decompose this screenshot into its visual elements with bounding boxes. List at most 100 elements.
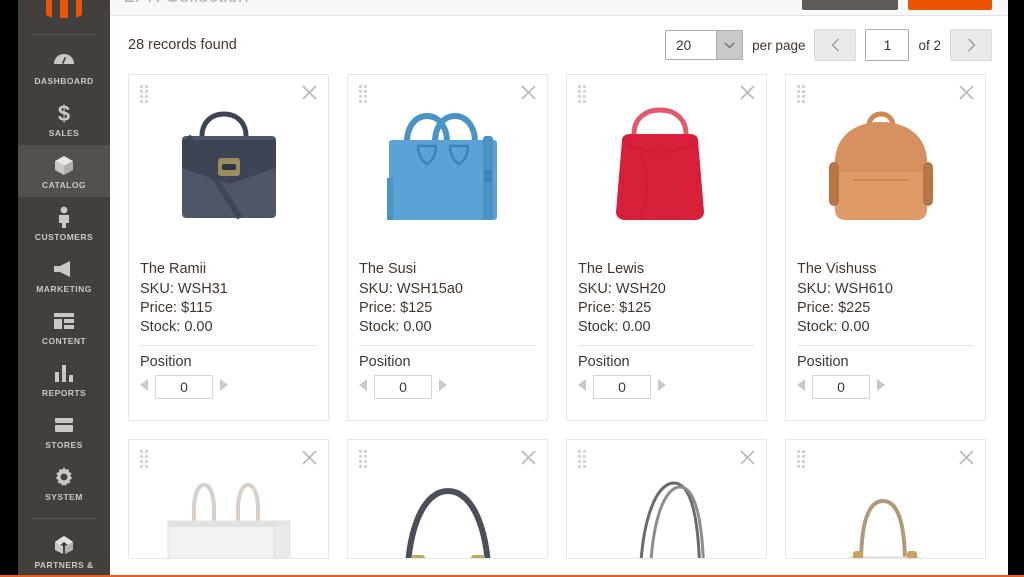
sidebar-item-reports[interactable]: REPORTS [18,353,110,405]
product-sku: SKU: WSH20 [578,281,666,297]
product-thumbnail [578,464,755,558]
product-meta: The Lewis SKU: WSH20 Price: $125 Stock: … [578,261,755,335]
product-card[interactable] [128,439,329,559]
product-stock: Stock: 0.00 [140,319,213,335]
previous-page-button[interactable] [814,29,857,61]
position-increment-icon[interactable] [657,378,666,396]
magento-admin-screen: DASHBOARD $ SALES CATALOG CUSTOMERS MARK… [0,0,1024,577]
page-number-input[interactable]: 1 [865,29,910,61]
page-header: 2PK Collection Back Save [110,0,1008,16]
product-sku: SKU: WSH31 [140,281,228,297]
sidebar-item-dashboard[interactable]: DASHBOARD [18,41,110,93]
per-page-select[interactable]: 20 [665,30,744,60]
product-thumbnail [359,99,536,251]
product-thumbnail [359,464,536,558]
sidebar-label: DASHBOARD [34,76,94,87]
product-thumbnail [140,99,317,251]
position-stepper: 0 [578,375,755,399]
sidebar-divider-bottom [33,518,95,520]
sidebar-label: CUSTOMERS [34,232,94,243]
box-icon [49,153,79,177]
svg-text:$: $ [58,102,70,124]
header-actions: Back Save [802,0,992,10]
product-thumbnail [797,464,974,558]
main-content: 2PK Collection Back Save 28 records foun… [110,0,1008,577]
bar-chart-icon [49,361,79,385]
sidebar-item-partners[interactable]: PARTNERS & [18,525,110,577]
position-stepper: 0 [140,375,317,399]
product-card[interactable] [347,439,548,559]
sidebar-item-stores[interactable]: STORES [18,405,110,457]
sidebar-label: STORES [45,440,83,451]
product-card[interactable] [566,439,767,559]
grid-toolbar: 28 records found 20 per page 1 of 2 [110,16,1008,74]
save-button[interactable]: Save [908,0,992,10]
product-sku: SKU: WSH610 [797,281,893,297]
product-stock: Stock: 0.00 [797,319,870,335]
product-meta: The Vishuss SKU: WSH610 Price: $225 Stoc… [797,261,974,335]
product-card[interactable]: The Ramii SKU: WSH31 Price: $115 Stock: … [128,74,329,421]
chevron-right-icon [967,38,975,52]
product-sku: SKU: WSH15a0 [359,281,463,297]
position-input[interactable]: 0 [374,375,432,399]
per-page-value: 20 [676,37,692,53]
product-stock: Stock: 0.00 [359,319,432,335]
chevron-left-icon [831,38,839,52]
position-stepper: 0 [359,375,536,399]
product-card[interactable]: The Vishuss SKU: WSH610 Price: $225 Stoc… [785,74,986,421]
card-divider [797,345,974,346]
sidebar-item-system[interactable]: SYSTEM [18,457,110,509]
right-black-gutter [1008,0,1024,577]
product-card[interactable]: The Lewis SKU: WSH20 Price: $125 Stock: … [566,74,767,421]
position-decrement-icon[interactable] [140,378,149,396]
gear-icon [49,465,79,489]
sidebar-item-marketing[interactable]: MARKETING [18,249,110,301]
position-increment-icon[interactable] [438,378,447,396]
product-card[interactable] [785,439,986,559]
open-box-icon [49,533,79,557]
dollar-icon: $ [49,101,79,125]
product-meta: The Susi SKU: WSH15a0 Price: $125 Stock:… [359,261,536,335]
sidebar-item-catalog[interactable]: CATALOG [18,145,110,198]
megaphone-icon [49,257,79,281]
position-input[interactable]: 0 [593,375,651,399]
product-thumbnail [797,99,974,251]
sidebar-item-content[interactable]: CONTENT [18,301,110,353]
sidebar-label: REPORTS [41,388,87,399]
layout-icon [49,309,79,333]
records-found-label: 28 records found [128,37,237,53]
person-icon [49,205,79,229]
sidebar-label: CATALOG [42,180,86,191]
store-icon [49,413,79,437]
pagination-controls: 20 per page 1 of 2 [665,29,992,61]
sidebar-label: CONTENT [41,336,87,347]
sidebar-label: SYSTEM [45,492,83,503]
product-name: The Susi [359,261,417,277]
product-name: The Lewis [578,261,645,277]
position-decrement-icon[interactable] [359,378,368,396]
product-name: The Ramii [140,261,207,277]
next-page-button[interactable] [950,29,992,61]
position-input[interactable]: 0 [155,375,213,399]
back-button[interactable]: Back [802,0,898,10]
position-increment-icon[interactable] [219,378,228,396]
position-input[interactable]: 0 [812,375,870,399]
product-thumbnail [140,464,317,558]
sidebar-item-customers[interactable]: CUSTOMERS [18,197,110,249]
sidebar-divider-top [33,34,95,36]
product-stock: Stock: 0.00 [578,319,651,335]
magento-logo[interactable] [18,0,110,25]
position-decrement-icon[interactable] [797,378,806,396]
product-meta: The Ramii SKU: WSH31 Price: $115 Stock: … [140,261,317,335]
product-card[interactable]: The Susi SKU: WSH15a0 Price: $125 Stock:… [347,74,548,421]
card-divider [140,345,317,346]
product-card-grid-row2 [110,439,1008,559]
sidebar-item-sales[interactable]: $ SALES [18,93,110,145]
product-price: Price: $125 [578,300,652,316]
position-decrement-icon[interactable] [578,378,587,396]
position-increment-icon[interactable] [876,378,885,396]
sidebar-label: PARTNERS & [34,560,94,571]
left-black-gutter [0,0,18,577]
position-stepper: 0 [797,375,974,399]
sidebar-label: SALES [48,128,80,139]
